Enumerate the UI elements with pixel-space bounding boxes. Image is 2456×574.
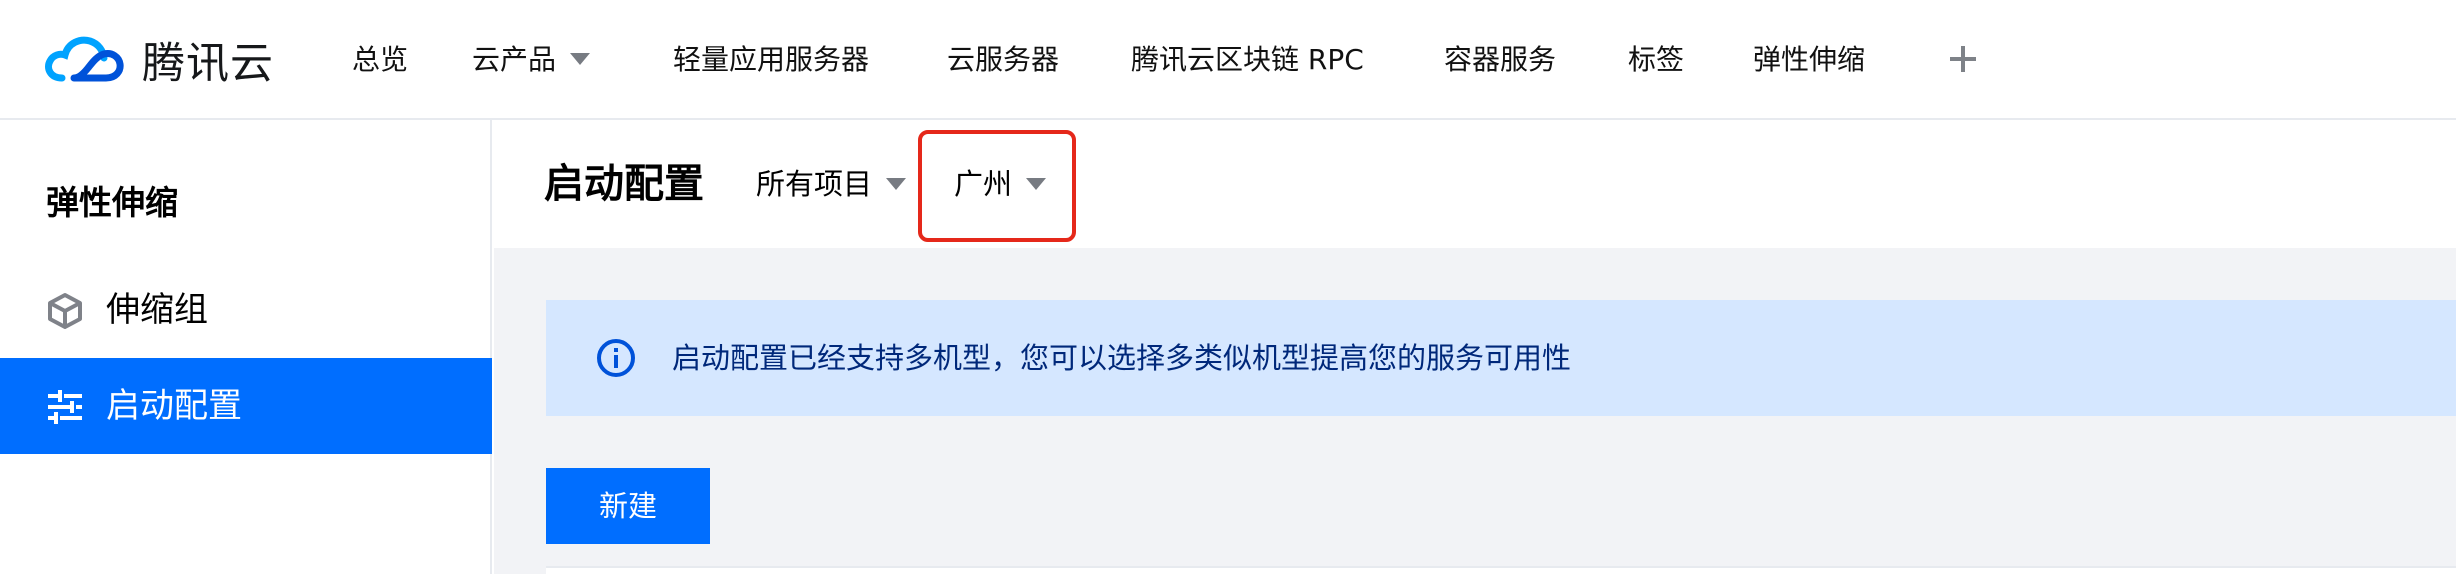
top-navigation-bar: 腾讯云 总览 云产品 轻量应用服务器 云服务器 腾讯云区块链 RPC 容器服务 … [0,0,2456,120]
nav-label: 标签 [1628,43,1685,76]
region-selector[interactable]: 广州 [954,120,1047,248]
new-button[interactable]: 新建 [546,468,710,544]
brand-logo[interactable]: 腾讯云 [44,28,274,92]
nav-lighthouse[interactable]: 轻量应用服务器 [673,0,869,120]
project-selector[interactable]: 所有项目 [756,120,907,248]
caret-down-icon [886,178,907,190]
info-notice: 启动配置已经支持多机型，您可以选择多类似机型提高您的服务可用性 [546,300,2456,416]
sidebar-item-scaling-group[interactable]: 伸缩组 [0,262,492,358]
nav-label: 总览 [352,43,409,76]
plus-icon[interactable] [1948,44,1978,74]
notice-text: 启动配置已经支持多机型，您可以选择多类似机型提高您的服务可用性 [672,341,1572,375]
cloud-logo-icon [45,36,124,82]
caret-down-icon [570,53,591,65]
nav-overview[interactable]: 总览 [352,0,408,120]
page-header: 启动配置 所有项目 广州 [494,120,2456,248]
table-container-top [546,566,2456,574]
cube-icon [48,293,82,329]
info-icon [597,339,635,377]
nav-label: 云服务器 [947,43,1060,76]
nav-tags[interactable]: 标签 [1628,0,1684,120]
sidebar-title: 弹性伸缩 [46,183,178,222]
caret-down-icon [1026,178,1047,190]
nav-label: 云产品 [472,43,557,76]
brand-name: 腾讯云 [142,39,274,89]
nav-label: 腾讯云区块链 RPC [1131,43,1364,76]
nav-container-service[interactable]: 容器服务 [1444,0,1556,120]
nav-cloud-products[interactable]: 云产品 [472,0,591,120]
project-selector-value: 所有项目 [756,167,873,201]
nav-label: 弹性伸缩 [1753,43,1866,76]
sidebar-item-label: 伸缩组 [106,290,208,330]
sidebar-item-label: 启动配置 [106,386,242,426]
page-title: 启动配置 [544,161,704,207]
nav-blockchain-rpc[interactable]: 腾讯云区块链 RPC [1131,0,1364,120]
main-content: 启动配置 所有项目 广州 启动配置已经支持多机型，您可以选择多类似机型提高您的服… [494,120,2456,574]
sidebar-item-launch-config[interactable]: 启动配置 [0,358,492,454]
nav-label: 容器服务 [1444,43,1557,76]
nav-auto-scaling[interactable]: 弹性伸缩 [1753,0,1865,120]
nav-label: 轻量应用服务器 [673,43,870,76]
sidebar: 弹性伸缩 伸缩组 启动配置 [0,120,492,574]
nav-cvm[interactable]: 云服务器 [947,0,1059,120]
sliders-icon [48,390,82,424]
region-selector-value: 广州 [954,167,1013,201]
